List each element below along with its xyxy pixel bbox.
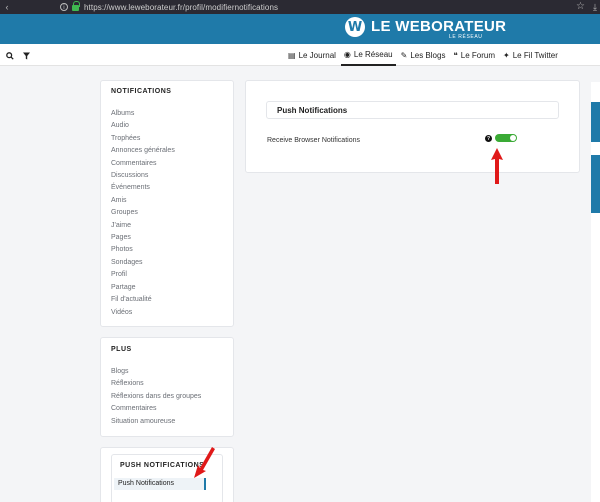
help-icon[interactable]: ? bbox=[485, 135, 492, 142]
menu-link-commentaires-plus[interactable]: Commentaires bbox=[111, 403, 223, 415]
menu-link-audio[interactable]: Audio bbox=[111, 120, 223, 132]
right-widget-1 bbox=[591, 102, 600, 142]
menu-link-situation[interactable]: Situation amoureuse bbox=[111, 416, 223, 428]
nav-label: Le Fil Twitter bbox=[512, 50, 558, 60]
plus-menu: PLUS Blogs Réflexions Réflexions dans de… bbox=[100, 337, 234, 437]
right-sidebar-edge bbox=[591, 82, 600, 502]
menu-link-pages[interactable]: Pages bbox=[111, 232, 223, 244]
logo-name: LE WEBORATEUR bbox=[371, 18, 507, 35]
menu-link-evenements[interactable]: Événements bbox=[111, 182, 223, 194]
nav-le-fil-twitter[interactable]: ✦ Le Fil Twitter bbox=[500, 44, 561, 66]
nav-le-forum[interactable]: ❝ Le Forum bbox=[450, 44, 498, 66]
plus-menu-title: PLUS bbox=[111, 346, 132, 353]
setting-label: Receive Browser Notifications bbox=[267, 137, 360, 144]
menu-link-blogs[interactable]: Blogs bbox=[111, 366, 223, 378]
main-nav: ▤ Le Journal ◉ Le Réseau ✎ Les Blogs ❝ L… bbox=[0, 44, 600, 66]
menu-link-albums[interactable]: Albums bbox=[111, 108, 223, 120]
globe-icon: ◉ bbox=[343, 49, 351, 59]
menu-link-jaime[interactable]: J'aime bbox=[111, 220, 223, 232]
pencil-icon: ✎ bbox=[400, 50, 408, 60]
site-header: W LE WEBORATEUR LE RÉSEAU bbox=[0, 14, 600, 44]
menu-link-push-notifications[interactable]: Push Notifications bbox=[114, 478, 206, 491]
annotation-arrow-toggle bbox=[491, 148, 503, 184]
nav-le-journal[interactable]: ▤ Le Journal bbox=[285, 44, 339, 66]
newspaper-icon: ▤ bbox=[288, 50, 296, 60]
site-logo[interactable]: W LE WEBORATEUR LE RÉSEAU bbox=[345, 17, 507, 40]
browser-address-bar: ‹ i https://www.leweborateur.fr/profil/m… bbox=[0, 0, 600, 14]
notifications-menu: NOTIFICATIONS Albums Audio Trophées Anno… bbox=[100, 80, 234, 327]
logo-subtitle: LE RÉSEAU bbox=[449, 34, 483, 40]
menu-link-sondages[interactable]: Sondages bbox=[111, 257, 223, 269]
menu-link-annonces[interactable]: Annonces générales bbox=[111, 145, 223, 157]
menu-link-discussions[interactable]: Discussions bbox=[111, 170, 223, 182]
url-text[interactable]: https://www.leweborateur.fr/profil/modif… bbox=[84, 3, 278, 12]
nav-le-reseau[interactable]: ◉ Le Réseau bbox=[340, 44, 396, 66]
lock-icon bbox=[72, 1, 80, 11]
menu-link-amis[interactable]: Amis bbox=[111, 195, 223, 207]
notifications-menu-title: NOTIFICATIONS bbox=[111, 88, 172, 95]
setting-row: Receive Browser Notifications ? bbox=[266, 132, 559, 152]
menu-link-fil-actualite[interactable]: Fil d'actualité bbox=[111, 294, 223, 306]
search-icon[interactable] bbox=[3, 49, 16, 62]
right-widget-2 bbox=[591, 155, 600, 213]
menu-link-groupes[interactable]: Groupes bbox=[111, 207, 223, 219]
filter-icon[interactable] bbox=[20, 49, 33, 62]
menu-link-reflexions-groupes[interactable]: Réflexions dans des groupes bbox=[111, 391, 223, 403]
nav-label: Les Blogs bbox=[410, 50, 446, 60]
menu-link-videos[interactable]: Vidéos bbox=[111, 307, 223, 319]
menu-link-reflexions[interactable]: Réflexions bbox=[111, 378, 223, 390]
twitter-icon: ✦ bbox=[503, 50, 510, 60]
page-title: Push Notifications bbox=[277, 105, 348, 115]
nav-label: Le Forum bbox=[460, 50, 495, 60]
site-info-icon[interactable]: i bbox=[60, 3, 68, 11]
logo-mark: W bbox=[345, 17, 365, 37]
back-icon[interactable]: ‹ bbox=[0, 2, 14, 12]
nav-label: Le Journal bbox=[298, 50, 336, 60]
nav-label: Le Réseau bbox=[353, 49, 393, 59]
toggle-knob bbox=[510, 135, 516, 141]
menu-link-profil[interactable]: Profil bbox=[111, 269, 223, 281]
browser-notifications-toggle[interactable] bbox=[495, 134, 517, 142]
menu-link-commentaires[interactable]: Commentaires bbox=[111, 158, 223, 170]
comments-icon: ❝ bbox=[453, 50, 458, 60]
nav-les-blogs[interactable]: ✎ Les Blogs bbox=[398, 44, 449, 66]
download-icon[interactable]: ⤓ bbox=[593, 0, 597, 14]
bookmark-star-icon[interactable]: ☆ bbox=[576, 0, 585, 14]
annotation-arrow-push bbox=[194, 447, 215, 478]
menu-link-partage[interactable]: Partage bbox=[111, 282, 223, 294]
main-settings-card: Push Notifications Receive Browser Notif… bbox=[245, 80, 580, 173]
menu-link-photos[interactable]: Photos bbox=[111, 244, 223, 256]
section-header: Push Notifications bbox=[266, 101, 559, 119]
menu-link-trophees[interactable]: Trophées bbox=[111, 133, 223, 145]
